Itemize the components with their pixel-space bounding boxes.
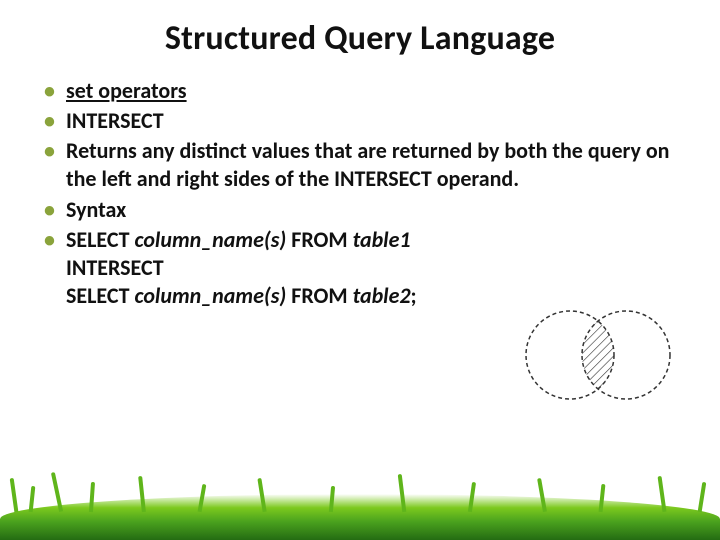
bullet-syntax-label: Syntax [40,196,680,224]
kw-select: SELECT [66,226,134,253]
arg-columns: column_name(s) [134,226,291,253]
bullet-text: Syntax [66,196,126,223]
syntax-line-2: INTERSECT [66,254,680,282]
arg-columns: column_name(s) [134,282,291,309]
bullet-text: Returns any distinct values that are ret… [66,137,670,192]
arg-table2: table2 [353,282,411,309]
bullet-list: set operators INTERSECT Returns any dist… [40,77,680,310]
bullet-text: set operators [66,77,187,104]
syntax-line-1: SELECT column_name(s) FROM table1 [66,226,680,254]
slide-title: Structured Query Language [40,18,680,59]
semicolon: ; [411,282,417,309]
bullet-text: INTERSECT [66,107,164,134]
arg-table1: table1 [353,226,411,253]
bullet-description: Returns any distinct values that are ret… [40,137,680,193]
bullet-set-operators: set operators [40,77,680,105]
kw-from: FROM [291,226,352,253]
kw-select: SELECT [66,282,134,309]
bullet-intersect: INTERSECT [40,107,680,135]
grass-decoration [0,460,720,540]
slide: Structured Query Language set operators … [0,0,720,540]
bullet-syntax-code: SELECT column_name(s) FROM table1 INTERS… [40,226,680,310]
venn-intersect-diagram [508,300,688,410]
kw-from: FROM [291,282,352,309]
